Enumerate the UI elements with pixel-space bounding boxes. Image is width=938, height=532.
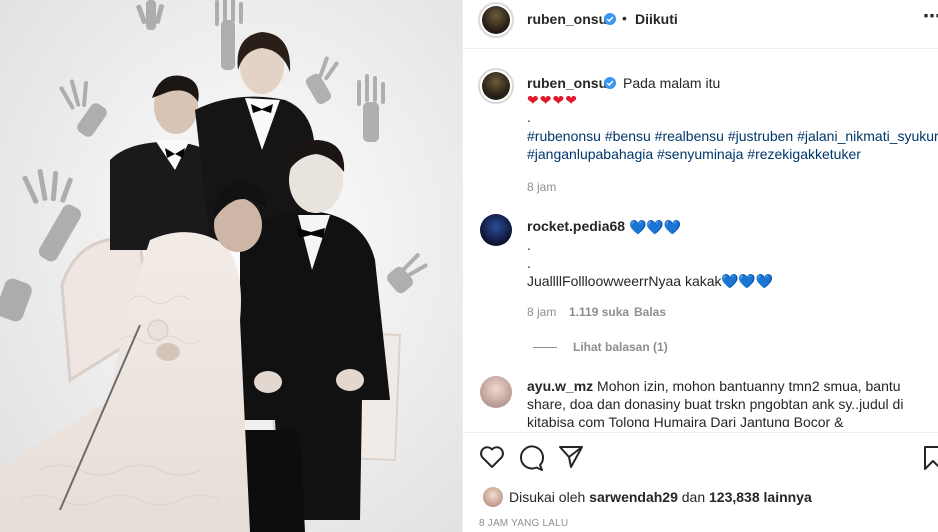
liker-avatar[interactable] <box>483 487 503 507</box>
caption-username[interactable]: ruben_onsu <box>527 75 607 91</box>
author-avatar[interactable] <box>478 2 514 38</box>
post-photo[interactable] <box>0 0 462 532</box>
header-separator: • <box>622 10 627 26</box>
comment-line: . <box>527 237 531 253</box>
comment-avatar[interactable] <box>480 376 512 408</box>
comment-icon[interactable] <box>518 445 544 471</box>
caption-time: 8 jam <box>527 180 557 194</box>
caption-hearts: ❤❤❤❤ <box>527 92 578 108</box>
share-icon[interactable] <box>558 445 584 469</box>
caption-text: Pada malam itu <box>623 75 721 91</box>
verified-badge-icon <box>604 77 616 89</box>
action-bar: Disukai oleh sarwendah29 dan 123,838 lai… <box>463 432 938 532</box>
instagram-post-view: ruben_onsu • Diikuti ⋯ ruben_onsu Pada m… <box>0 0 938 532</box>
heart-icon[interactable] <box>479 445 505 469</box>
caption-hashtags[interactable]: #rubenonsu #bensu #realbensu #justruben … <box>527 127 938 163</box>
liker-username[interactable]: sarwendah29 <box>589 489 678 505</box>
comment-time: 8 jam <box>527 305 557 319</box>
replies-divider <box>533 347 557 348</box>
reply-button[interactable]: Balas <box>634 305 666 319</box>
author-username[interactable]: ruben_onsu <box>527 11 607 27</box>
comment-username[interactable]: ayu.w_mz <box>527 378 593 394</box>
comment-line: JuallllFollloowweerrNyaa kakak <box>527 273 722 289</box>
comment-body: ayu.w_mz Mohon izin, mohon bantuanny tmn… <box>527 377 927 427</box>
bookmark-icon[interactable] <box>923 445 938 471</box>
comment-line: . <box>527 255 531 271</box>
more-options-icon[interactable]: ⋯ <box>923 6 938 27</box>
post-header: ruben_onsu • Diikuti ⋯ <box>463 0 938 49</box>
photo-illustration <box>0 0 462 532</box>
likes-prefix: Disukai oleh <box>509 489 586 505</box>
likes-count[interactable]: 123,838 lainnya <box>709 489 812 505</box>
caption-dot: . <box>527 109 531 125</box>
comment-avatar[interactable] <box>480 214 512 246</box>
comment-hearts: 💙💙💙 <box>629 219 682 235</box>
likes-middle: dan <box>681 489 706 505</box>
comment-likes[interactable]: 1.119 suka <box>569 305 629 319</box>
follow-status-button[interactable]: Diikuti <box>635 11 678 27</box>
posted-time[interactable]: 8 JAM YANG LALU <box>479 518 568 529</box>
view-replies-button[interactable]: Lihat balasan (1) <box>573 340 668 354</box>
caption-avatar[interactable] <box>478 68 514 104</box>
comment-line-hearts: 💙💙💙 <box>721 273 774 289</box>
comment-username[interactable]: rocket.pedia68 <box>527 218 625 234</box>
likes-summary[interactable]: Disukai oleh sarwendah29 dan 123,838 lai… <box>509 489 812 505</box>
post-sidebar: ruben_onsu • Diikuti ⋯ ruben_onsu Pada m… <box>462 0 938 532</box>
verified-badge-icon <box>604 13 616 25</box>
